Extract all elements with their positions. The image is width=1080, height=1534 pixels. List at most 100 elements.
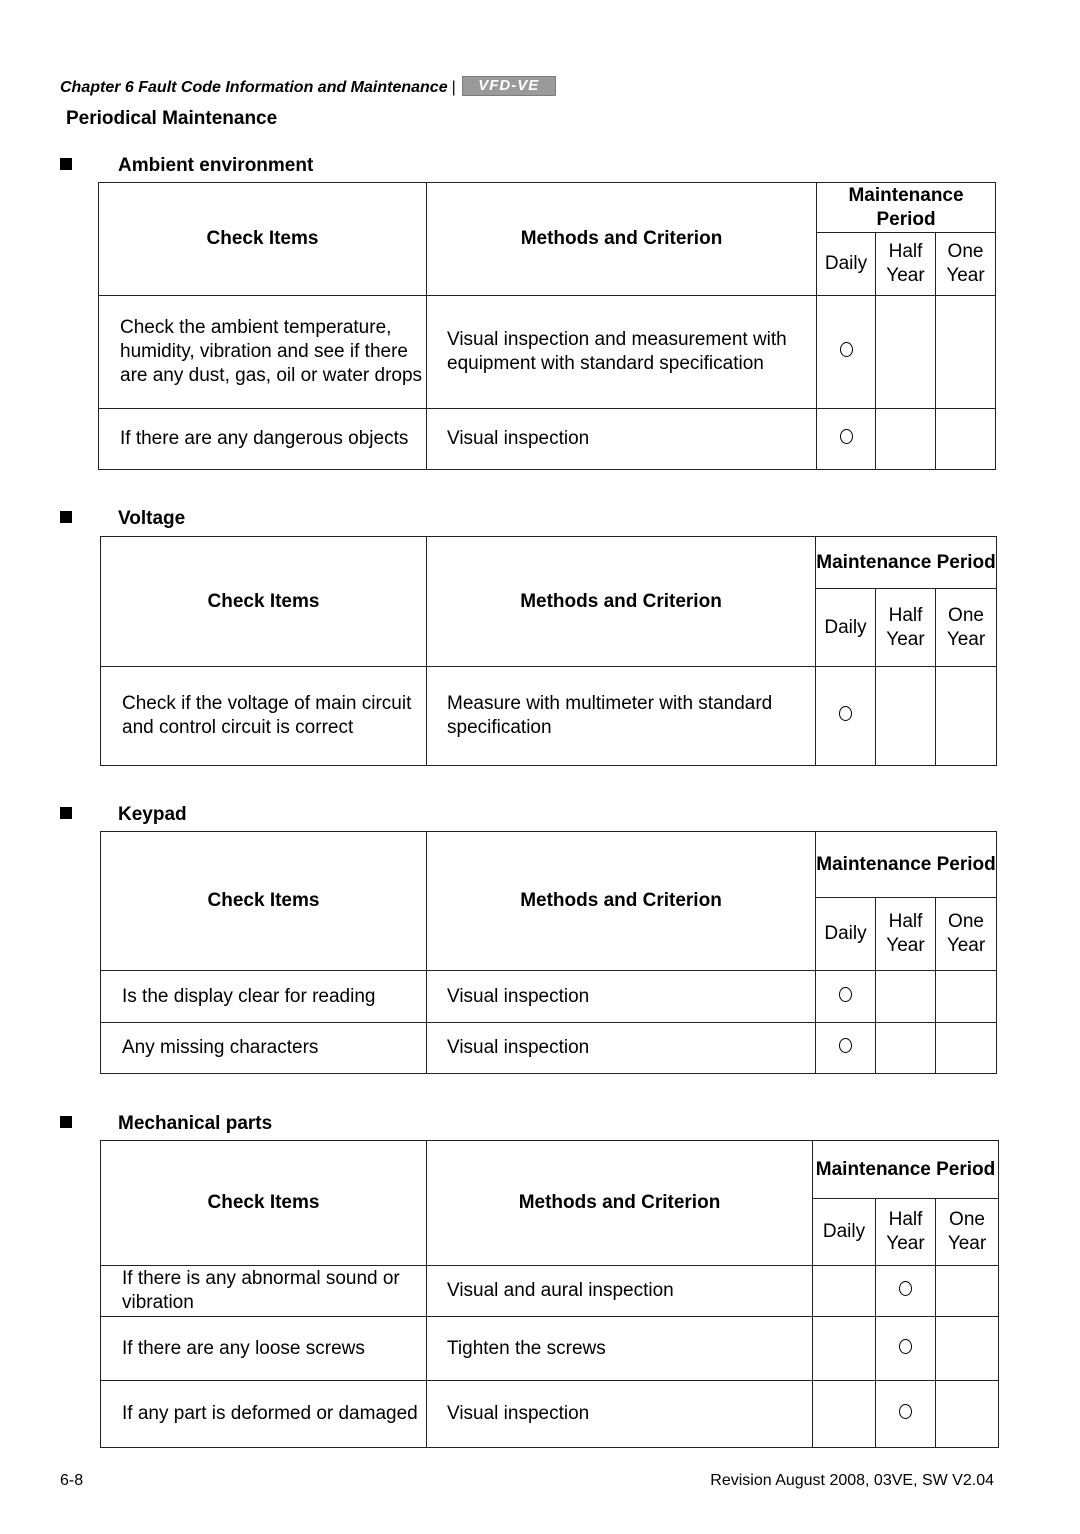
method-criterion: Visual inspection and measurement with e… (426, 295, 817, 409)
method-criterion: Visual inspection (426, 1380, 813, 1448)
period-mark-cell (875, 1316, 936, 1381)
one-year-header: One Year (934, 588, 998, 667)
circle-mark-icon (839, 342, 853, 357)
methods-header: Methods and Criterion (426, 536, 816, 667)
table-row: Check the ambient temperature, humidity,… (98, 295, 997, 409)
one-year-header: One Year (934, 897, 998, 971)
circle-mark-icon (839, 706, 852, 721)
period-mark-cell (875, 1265, 936, 1317)
vfd-ve-logo: VFD-VE (461, 76, 556, 96)
section-heading: Voltage (60, 508, 185, 530)
method-criterion: Visual inspection (426, 1022, 816, 1074)
empty-period-cell (934, 970, 998, 1023)
chapter-header: Chapter 6 Fault Code Information and Mai… (60, 76, 556, 98)
maintenance-period-header: Maintenance Period (811, 1140, 1000, 1199)
one-year-header: One Year (934, 1198, 1000, 1266)
empty-period-cell (812, 1380, 876, 1448)
maintenance-table: Check Items Methods and Criterion Maintena… (100, 536, 998, 766)
header-row: Check Items Methods and Criterion Maintena… (100, 1140, 1000, 1266)
period-mark-cell (816, 408, 876, 470)
section-title: Keypad (118, 804, 187, 825)
table-row: Check if the voltage of main circuit and… (100, 666, 998, 766)
period-mark-cell (816, 295, 876, 409)
method-criterion: Visual inspection (426, 970, 816, 1023)
table-row: If any part is deformed or damaged Visual… (100, 1380, 1000, 1448)
empty-period-cell (934, 1265, 1000, 1317)
check-item: If there is any abnormal sound or vibrat… (100, 1265, 427, 1317)
maintenance-table: Check Items Methods and Criterion Maintena… (100, 1140, 1000, 1448)
circle-mark-icon (839, 986, 852, 1002)
empty-period-cell (934, 1380, 1000, 1448)
section-title: Ambient environment (118, 155, 314, 176)
chapter-title: Chapter 6 Fault Code Information and Mai… (60, 79, 448, 97)
method-criterion: Visual inspection (426, 408, 817, 470)
one-year-header: One Year (934, 232, 997, 296)
square-bullet-icon (60, 511, 72, 523)
circle-mark-icon (899, 1404, 912, 1419)
half-year-header: Half Year (875, 588, 936, 667)
period-mark-cell (815, 1022, 876, 1074)
section-heading: Ambient environment (60, 155, 313, 177)
section-title: Voltage (118, 508, 186, 529)
check-item: Any missing characters (100, 1022, 427, 1074)
check-items-header: Check Items (98, 182, 427, 296)
empty-period-cell (934, 408, 997, 470)
square-bullet-icon (60, 1116, 72, 1128)
period-mark-cell (815, 666, 876, 766)
empty-period-cell (934, 1316, 1000, 1381)
maintenance-table: Check Items Methods and Criterion Maintena… (100, 831, 998, 1074)
table-row: Any missing characters Visual inspection (100, 1022, 998, 1074)
maintenance-period-header: Maintenance Period (814, 831, 998, 898)
circle-mark-icon (839, 1038, 852, 1053)
table-row: If there is any abnormal sound or vibrat… (100, 1265, 1000, 1317)
daily-header: Daily (816, 232, 876, 296)
maintenance-period-header: Maintenance Period (815, 182, 997, 233)
method-criterion: Visual and aural inspection (426, 1265, 813, 1317)
empty-period-cell (934, 295, 997, 409)
table-row: If there are any dangerous objects Visual… (98, 408, 997, 470)
square-bullet-icon (60, 807, 72, 819)
section-heading: Keypad (60, 804, 187, 826)
empty-period-cell (812, 1265, 876, 1317)
daily-header: Daily (815, 588, 876, 667)
circle-mark-icon (899, 1281, 912, 1296)
daily-header: Daily (815, 897, 876, 971)
square-bullet-icon (60, 158, 72, 170)
page-number: 6-8 (60, 1472, 84, 1489)
check-item: Is the display clear for reading (100, 970, 427, 1023)
method-criterion: Measure with multimeter with standard sp… (426, 666, 816, 766)
check-item: Check if the voltage of main circuit and… (100, 666, 427, 766)
methods-header: Methods and Criterion (426, 831, 816, 971)
page-title: Periodical Maintenance (66, 108, 278, 129)
section-heading: Mechanical parts (60, 1113, 272, 1135)
circle-mark-icon (899, 1338, 912, 1354)
check-items-header: Check Items (100, 536, 427, 667)
check-item: Check the ambient temperature, humidity,… (98, 295, 427, 409)
method-criterion: Tighten the screws (426, 1316, 813, 1381)
header-row: Check Items Methods and Criterion Maintena… (98, 182, 997, 296)
half-year-header: Half Year (875, 232, 936, 296)
maintenance-period-header: Maintenance Period (814, 536, 998, 589)
check-items-header: Check Items (100, 1140, 427, 1266)
empty-period-cell (934, 1022, 998, 1074)
header-row: Check Items Methods and Criterion Maintena… (100, 536, 998, 667)
empty-period-cell (875, 666, 936, 766)
period-mark-cell (815, 970, 876, 1023)
half-year-header: Half Year (875, 897, 936, 971)
methods-header: Methods and Criterion (426, 1140, 813, 1266)
table-row: Is the display clear for reading Visual i… (100, 970, 998, 1023)
check-item: If there are any dangerous objects (98, 408, 427, 470)
circle-mark-icon (839, 429, 853, 444)
check-item: If any part is deformed or damaged (100, 1380, 427, 1448)
header-separator: | (451, 79, 456, 97)
daily-header: Daily (812, 1198, 876, 1266)
empty-period-cell (875, 295, 936, 409)
section-title: Mechanical parts (118, 1113, 273, 1134)
empty-period-cell (875, 1022, 936, 1074)
period-mark-cell (875, 1380, 936, 1448)
empty-period-cell (875, 970, 936, 1023)
empty-period-cell (875, 408, 936, 470)
half-year-header: Half Year (875, 1198, 936, 1266)
methods-header: Methods and Criterion (426, 182, 817, 296)
revision-info: Revision August 2008, 03VE, SW V2.04 (710, 1472, 994, 1489)
